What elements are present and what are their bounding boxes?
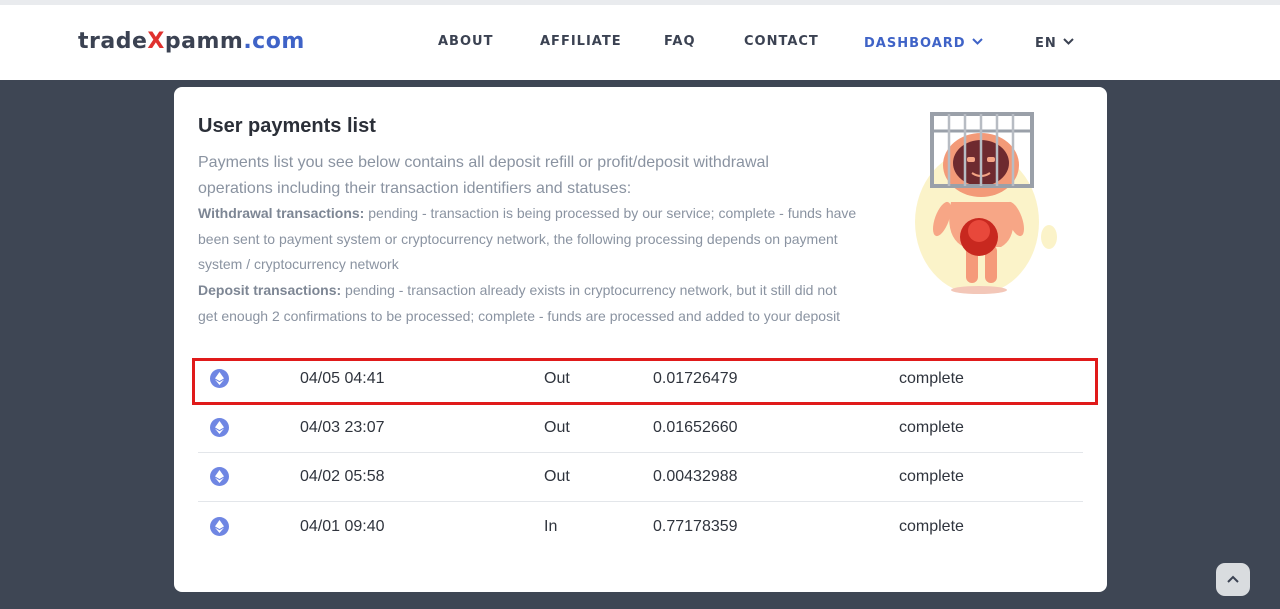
scroll-to-top-button[interactable] — [1216, 563, 1250, 596]
payment-row[interactable]: 04/02 05:58 Out 0.00432988 complete — [198, 453, 1083, 502]
payment-row[interactable]: 04/01 09:40 In 0.77178359 complete — [198, 503, 1083, 552]
payment-date: 04/01 09:40 — [300, 518, 385, 535]
language-label: EN — [1035, 36, 1057, 51]
chevron-down-icon — [971, 34, 983, 49]
ethereum-icon — [210, 467, 229, 486]
chevron-down-icon — [1063, 34, 1074, 49]
nav-contact[interactable]: CONTACT — [744, 34, 819, 49]
payments-description: Payments list you see below contains all… — [198, 154, 769, 197]
ethereum-icon — [210, 517, 229, 536]
robot-mascot-illustration — [915, 112, 1057, 294]
deposit-note: Deposit transactions: pending - transact… — [198, 278, 858, 329]
site-logo[interactable]: tradeXpamm.com — [78, 29, 305, 54]
payment-amount: 0.01652660 — [653, 419, 738, 436]
payment-date: 04/02 05:58 — [300, 468, 385, 485]
payment-status: complete — [899, 419, 964, 436]
nav-dashboard[interactable]: DASHBOARD — [864, 34, 983, 51]
payment-row[interactable]: 04/03 23:07 Out 0.01652660 complete — [198, 404, 1083, 453]
language-selector[interactable]: EN — [1035, 34, 1074, 51]
payment-amount: 0.01726479 — [653, 370, 738, 387]
logo-text-pamm: pamm — [164, 29, 244, 54]
payment-amount: 0.00432988 — [653, 468, 738, 485]
logo-text-domain: .com — [243, 29, 305, 54]
logo-text-trade: trade — [78, 29, 148, 54]
payment-status: complete — [899, 468, 964, 485]
payment-date: 04/05 04:41 — [300, 370, 385, 387]
deposit-label: Deposit transactions: — [198, 282, 342, 298]
ethereum-icon — [210, 369, 229, 388]
chevron-up-icon — [1227, 575, 1239, 583]
nav-about[interactable]: ABOUT — [438, 34, 493, 49]
payment-direction: Out — [544, 370, 570, 387]
payment-date: 04/03 23:07 — [300, 419, 385, 436]
nav-faq[interactable]: FAQ — [664, 34, 696, 49]
ethereum-icon — [210, 418, 229, 437]
nav-dashboard-label: DASHBOARD — [864, 36, 966, 51]
page-title: User payments list — [198, 115, 376, 137]
payment-status: complete — [899, 518, 964, 535]
payment-amount: 0.77178359 — [653, 518, 738, 535]
payments-card: User payments list Payments list you see… — [174, 87, 1107, 592]
payment-direction: Out — [544, 419, 570, 436]
nav-affiliate[interactable]: AFFILIATE — [540, 34, 622, 49]
top-navbar: tradeXpamm.com ABOUT AFFILIATE FAQ CONTA… — [0, 5, 1280, 80]
withdrawal-note: Withdrawal transactions: pending - trans… — [198, 201, 858, 278]
payment-direction: Out — [544, 468, 570, 485]
payment-direction: In — [544, 518, 558, 535]
payment-row[interactable]: 04/05 04:41 Out 0.01726479 complete — [198, 355, 1083, 404]
logo-text-x: X — [147, 29, 165, 54]
withdrawal-label: Withdrawal transactions: — [198, 205, 365, 221]
payment-status: complete — [899, 370, 964, 387]
